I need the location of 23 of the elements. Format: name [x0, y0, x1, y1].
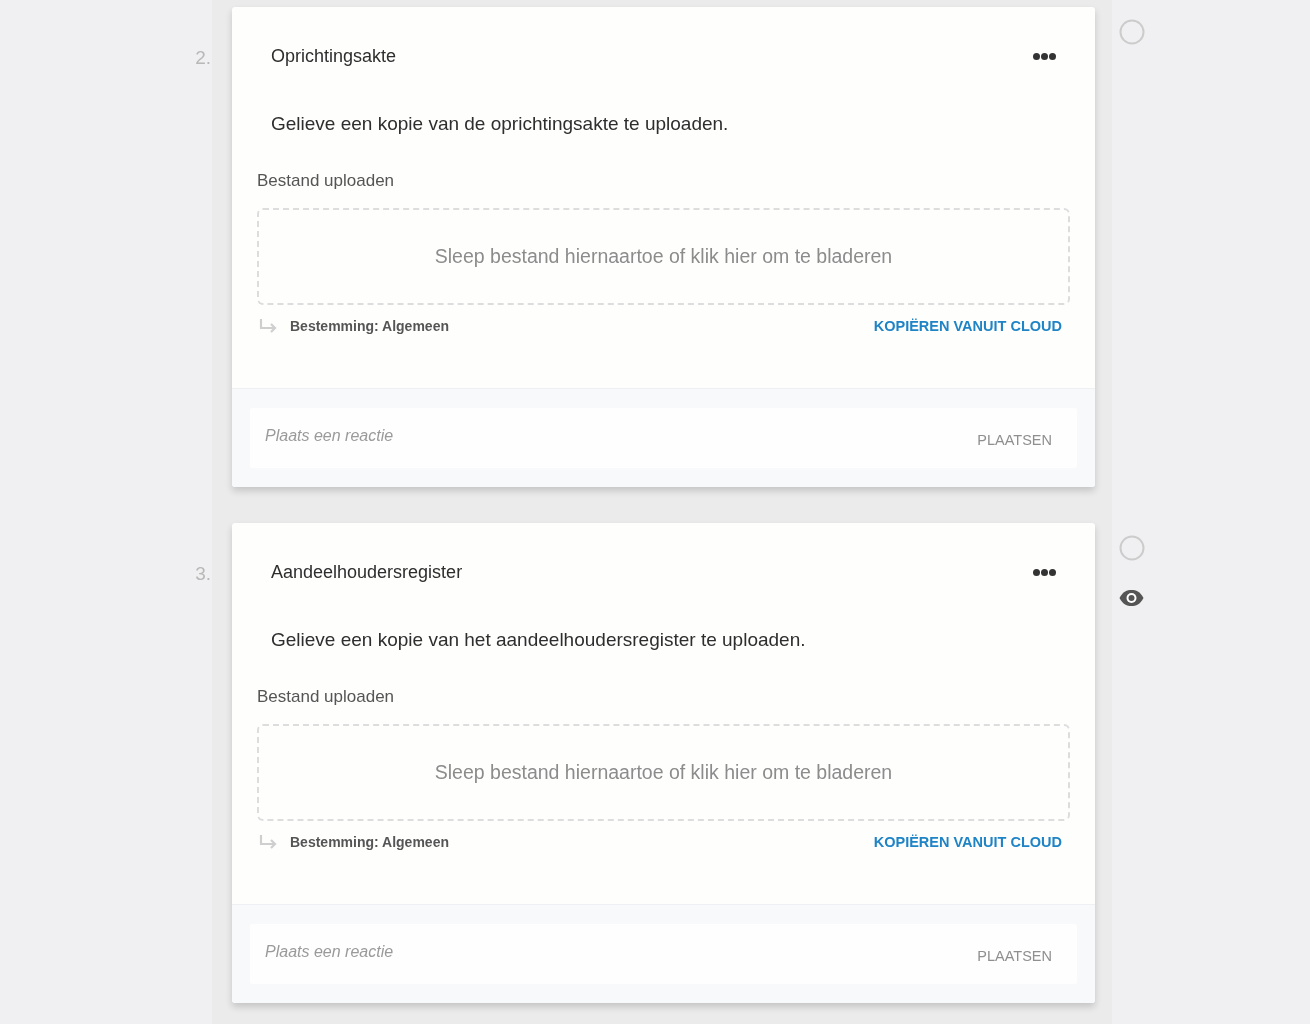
destination-label: Bestemming: Algemeen — [290, 317, 449, 336]
item-description: Gelieve een kopie van het aandeelhoudersregister te uploaden. — [271, 628, 807, 652]
upload-label: Bestand uploaden — [257, 686, 396, 708]
item-number: 2. — [195, 46, 211, 70]
more-icon[interactable] — [1033, 52, 1056, 60]
item-title: Oprichtingsakte — [271, 45, 397, 67]
file-dropzone[interactable]: Sleep bestand hiernaartoe of klik hier om te bladeren — [257, 724, 1070, 821]
comment-field[interactable]: Plaats een reactie PLAATSEN — [250, 924, 1077, 984]
post-button[interactable]: PLAATSEN — [977, 946, 1052, 966]
cloud-copy-link[interactable]: KOPIËREN VANUIT CLOUD — [873, 832, 1062, 852]
post-button[interactable]: PLAATSEN — [977, 430, 1052, 450]
upload-label: Bestand uploaden — [257, 170, 396, 192]
cloud-copy-link[interactable]: KOPIËREN VANUIT CLOUD — [873, 316, 1062, 336]
item-title: Aandeelhoudersregister — [271, 561, 463, 583]
comment-field[interactable]: Plaats een reactie PLAATSEN — [250, 408, 1077, 468]
file-dropzone[interactable]: Sleep bestand hiernaartoe of klik hier om te bladeren — [257, 208, 1070, 305]
destination-label: Bestemming: Algemeen — [290, 833, 449, 852]
turn-right-arrow-icon — [259, 835, 277, 849]
turn-right-arrow-icon — [259, 319, 277, 333]
item-number: 3. — [195, 562, 211, 586]
item-description: Gelieve een kopie van de oprichtingsakte te uploaden. — [271, 112, 730, 136]
eye-icon[interactable] — [1119, 590, 1144, 606]
more-icon[interactable] — [1033, 568, 1056, 576]
